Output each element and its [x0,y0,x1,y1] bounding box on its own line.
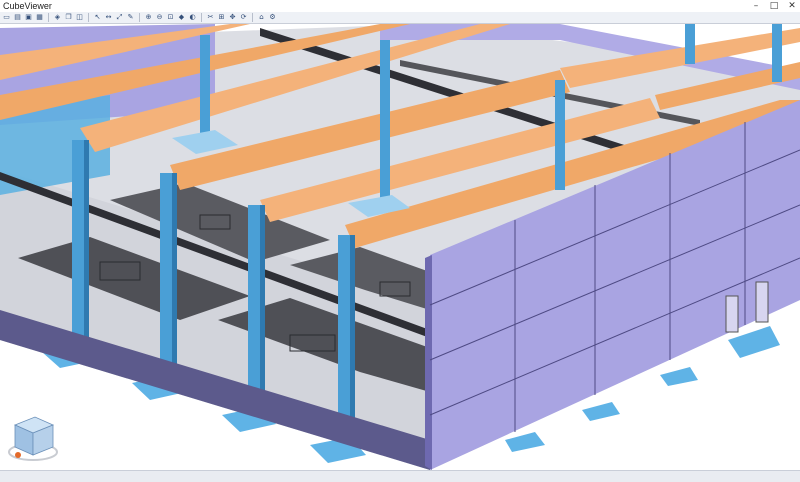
toolbar-separator [48,13,49,22]
copy-icon[interactable]: ❐ [64,13,73,22]
layers-icon[interactable]: ◫ [75,13,84,22]
building-model [0,24,800,470]
close-button[interactable]: ✕ [786,1,798,11]
wall-opening-1 [725,295,739,333]
annotate-icon[interactable]: ✎ [126,13,135,22]
settings-icon[interactable]: ⚙ [268,13,277,22]
cube-icon[interactable]: ◈ [53,13,62,22]
cut-icon[interactable]: ✂ [206,13,215,22]
3d-viewport[interactable] [0,24,800,470]
shade-icon[interactable]: ◐ [188,13,197,22]
toolbar-separator [252,13,253,22]
new-icon[interactable]: ▭ [2,13,11,22]
toolbar: ▭ ▤ ▣ ▦ ◈ ❐ ◫ ↖ ↔ ⤢ ✎ ⊕ ⊖ ⊡ ◆ ◐ ✂ ⊞ ✥ ⟳ ⌂ ⚙ [0,12,800,24]
zoom-fit-icon[interactable]: ⊡ [166,13,175,22]
minimize-button[interactable]: – [750,1,762,11]
save-icon[interactable]: ▣ [24,13,33,22]
zoom-in-icon[interactable]: ⊕ [144,13,153,22]
maximize-button[interactable]: □ [768,1,780,11]
status-bar [0,470,800,482]
measure-icon[interactable]: ⤢ [115,13,124,22]
zoom-out-icon[interactable]: ⊖ [155,13,164,22]
navigation-cube[interactable] [8,416,58,461]
pan-icon[interactable]: ✥ [228,13,237,22]
wall-opening-2 [755,281,769,323]
section-icon[interactable]: ⊞ [217,13,226,22]
select-icon[interactable]: ↖ [93,13,102,22]
print-icon[interactable]: ▦ [35,13,44,22]
dimension-icon[interactable]: ↔ [104,13,113,22]
home-icon[interactable]: ⌂ [257,13,266,22]
open-icon[interactable]: ▤ [13,13,22,22]
rotate-icon[interactable]: ⟳ [239,13,248,22]
toolbar-separator [201,13,202,22]
toolbar-separator [139,13,140,22]
window-title: CubeViewer [3,1,52,11]
toolbar-separator [88,13,89,22]
window-controls: – □ ✕ [750,0,798,12]
view-cube-icon[interactable]: ◆ [177,13,186,22]
toolbar-buttons: ▭ ▤ ▣ ▦ ◈ ❐ ◫ ↖ ↔ ⤢ ✎ ⊕ ⊖ ⊡ ◆ ◐ ✂ ⊞ ✥ ⟳ ⌂ ⚙ [2,13,277,22]
